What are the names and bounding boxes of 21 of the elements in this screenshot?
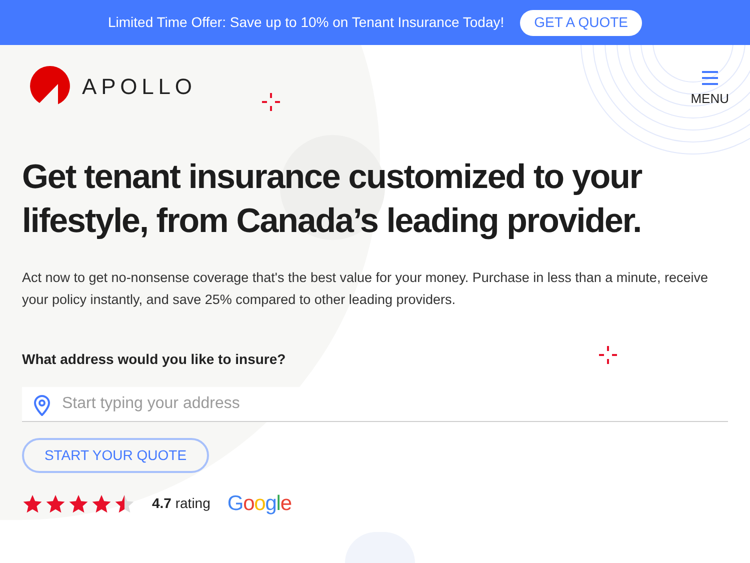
star-icon	[91, 494, 112, 514]
address-label: What address would you like to insure?	[22, 350, 286, 369]
star-icon	[68, 494, 89, 514]
menu-button[interactable]: MENU	[690, 65, 729, 108]
logo-text: APOLLO	[82, 72, 196, 100]
start-quote-button[interactable]: START YOUR QUOTE	[22, 438, 209, 473]
headline: Get tenant insurance customized to your lifestyle, from Canada’s leading provider.	[22, 157, 644, 242]
sparkle-icon	[599, 346, 617, 364]
promo-text: Limited Time Offer: Save up to 10% on Tenant Insurance Today!	[108, 13, 504, 32]
star-icon	[45, 494, 66, 514]
location-pin-icon	[33, 394, 51, 416]
description: Act now to get no-nonsense coverage that's the best value for your money. Purchase in less than a minute, receive your policy instantly, and save 25% compared to other leading providers.	[22, 269, 709, 309]
menu-icon	[700, 70, 720, 86]
google-wordmark: Google	[227, 491, 292, 517]
rating-text: 4.7 rating	[152, 494, 210, 514]
logo-icon	[30, 66, 70, 106]
address-field[interactable]: Start typing your address	[22, 387, 728, 422]
sparkle-icon	[262, 93, 280, 111]
star-icon	[114, 494, 135, 514]
get-quote-button[interactable]: GET A QUOTE	[520, 10, 642, 36]
star-icon	[22, 494, 43, 514]
